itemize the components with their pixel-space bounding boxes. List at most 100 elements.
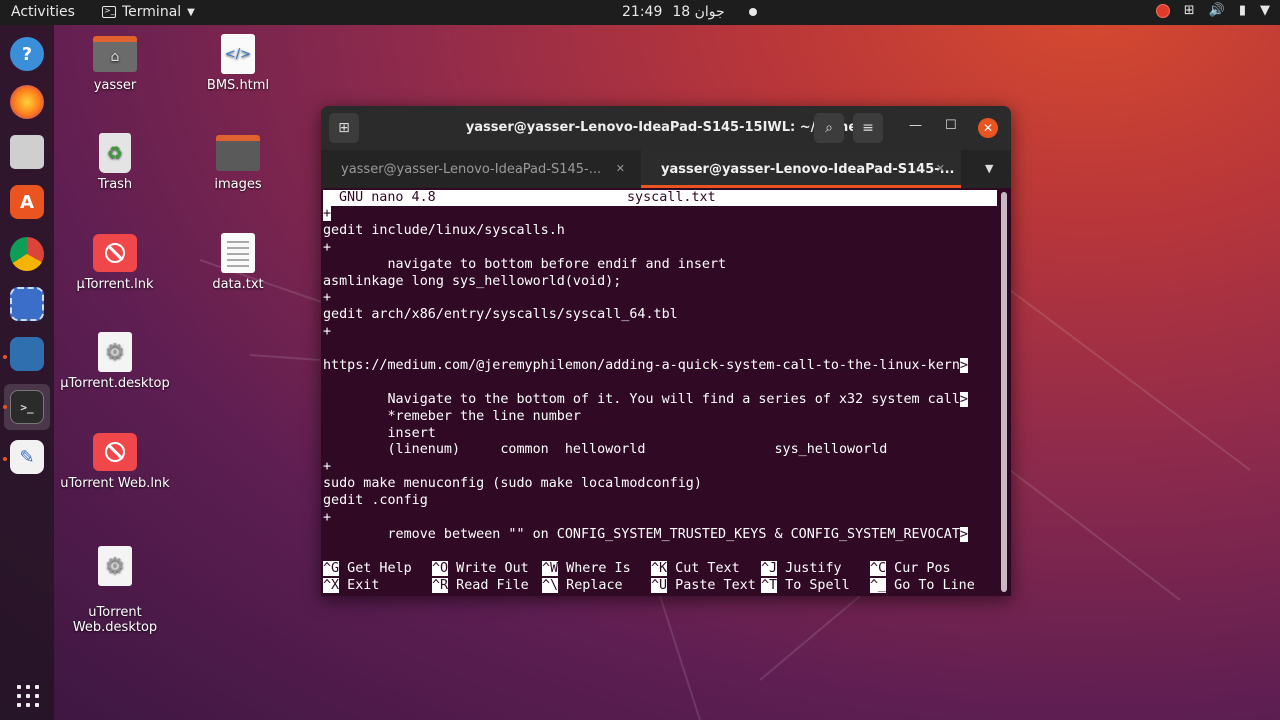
desktop-icon-home[interactable]: ⌂ yasser — [60, 34, 170, 93]
shortcut-key: ^W — [542, 561, 559, 576]
network-icon[interactable]: ⊞ — [1184, 3, 1195, 18]
tab-2[interactable]: yasser@yasser-Lenovo-IdeaPad-S145-... ✕ — [641, 150, 961, 188]
tab-close-icon[interactable]: ✕ — [616, 162, 625, 175]
help-icon[interactable]: ? — [10, 37, 44, 71]
shortcut-item: ^C Cur Pos — [870, 560, 951, 577]
clock-date: 18 جوان — [672, 4, 725, 20]
line-text: gedit include/linux/syscalls.h — [323, 222, 565, 238]
shortcut-key: ^R — [432, 578, 449, 593]
editor-line: gedit include/linux/syscalls.h — [323, 223, 999, 240]
desktop-icon-utorrent-desktop[interactable]: ⚙ µTorrent.desktop — [60, 332, 170, 391]
dock: ? A >_ ✎ — [0, 25, 54, 720]
shortcut-key: ^T — [761, 578, 778, 593]
shortcut-label: To Spell — [777, 578, 850, 593]
system-monitor-icon[interactable] — [10, 337, 44, 371]
desktop-icon-trash[interactable]: ♻ Trash — [60, 133, 170, 192]
broken-link-icon — [93, 433, 137, 471]
shortcut-item: ^U Paste Text — [651, 577, 756, 594]
terminal-icon: >_ — [102, 6, 116, 18]
line-text: sudo make menuconfig (sudo make localmod… — [323, 476, 702, 492]
shortcut-key: ^\ — [542, 578, 559, 593]
desktop-icon-utorrent-lnk[interactable]: µTorrent.lnk — [60, 233, 170, 292]
search-icon[interactable]: ⌕ — [814, 113, 844, 143]
desktop-icon-label: uTorrent Web.desktop — [72, 605, 158, 635]
line-text: gedit arch/x86/entry/syscalls/syscall_64… — [323, 307, 678, 323]
shortcut-label: Replace — [558, 578, 623, 593]
caret-down-icon: ▼ — [187, 6, 195, 18]
shortcut-item: ^\ Replace — [542, 577, 623, 594]
editor-line: remove between "" on CONFIG_SYSTEM_TRUST… — [323, 526, 999, 544]
running-indicator — [3, 405, 7, 409]
notification-dot-icon — [748, 8, 757, 16]
line-text: + — [323, 239, 332, 255]
desktop-icon-label: data.txt — [212, 277, 264, 292]
desktop-icon-label: µTorrent.lnk — [76, 277, 154, 292]
hamburger-menu-icon[interactable]: ≡ — [853, 113, 883, 143]
desktop-icon-label: µTorrent.desktop — [60, 376, 170, 391]
shortcut-label: Cut Text — [667, 561, 740, 576]
tab-label: yasser@yasser-Lenovo-IdeaPad-S145-... — [661, 161, 955, 177]
maximize-icon[interactable]: ☐ — [945, 118, 957, 133]
desktop-icon-label: yasser — [93, 78, 137, 93]
clock-time: 21:49 — [622, 4, 663, 20]
title-bar[interactable]: ⊞ yasser@yasser-Lenovo-IdeaPad-S145-15IW… — [321, 106, 1011, 150]
nano-version: GNU nano 4.8 — [339, 190, 436, 205]
terminal-window[interactable]: ⊞ yasser@yasser-Lenovo-IdeaPad-S145-15IW… — [321, 106, 1011, 596]
shortcut-label: Where Is — [558, 561, 631, 576]
scrollbar[interactable] — [1001, 192, 1007, 592]
shortcut-item: ^T To Spell — [761, 577, 850, 594]
minimize-icon[interactable]: — — [909, 118, 922, 133]
software-store-icon[interactable]: A — [10, 185, 44, 219]
power-menu-caret-icon[interactable]: ▼ — [1260, 3, 1270, 18]
nano-editor[interactable]: GNU nano 4.8 syscall.txt + gedit include/… — [323, 190, 999, 596]
shortcut-item: ^J Justify — [761, 560, 842, 577]
broken-link-icon — [93, 234, 137, 272]
record-icon[interactable] — [1155, 3, 1170, 18]
editor-line: navigate to bottom before endif and inse… — [323, 257, 999, 274]
shortcut-label: Justify — [777, 561, 842, 576]
desktop-icon-label: BMS.html — [206, 78, 270, 93]
shortcut-label: Go To Line — [886, 578, 975, 593]
editor-line: insert — [323, 426, 999, 443]
desktop-icon-images[interactable]: images — [183, 133, 293, 192]
desktop-icon-label: Trash — [97, 177, 133, 192]
battery-icon[interactable]: ▮ — [1239, 3, 1246, 18]
files-icon[interactable] — [10, 135, 44, 169]
chrome-icon[interactable] — [10, 237, 44, 271]
desktop-icon-bms-html[interactable]: </> BMS.html — [183, 34, 293, 93]
editor-line: https://medium.com/@jeremyphilemon/addin… — [323, 358, 999, 375]
activities-button[interactable]: Activities — [11, 4, 75, 20]
shortcut-label: Read File — [448, 578, 529, 593]
shortcut-item: ^_ Go To Line — [870, 577, 975, 594]
close-icon[interactable]: ✕ — [978, 118, 998, 138]
line-text: insert — [323, 425, 436, 441]
desktop-icon-data-txt[interactable]: data.txt — [183, 233, 293, 292]
desktop-icon-label: uTorrent Web.lnk — [60, 476, 170, 491]
screenshot-icon[interactable] — [10, 287, 44, 321]
shortcut-key: ^G — [323, 561, 340, 576]
terminal-dock-icon[interactable]: >_ — [10, 390, 44, 424]
system-tray[interactable]: ⊞ 🔊 ▮ ▼ — [1155, 3, 1270, 18]
tab-close-icon[interactable]: ✕ — [936, 162, 945, 175]
desktop-icon-utorrent-web-desktop[interactable]: ⚙ uTorrent Web.desktop — [60, 531, 170, 650]
shortcut-key: ^_ — [870, 578, 887, 593]
firefox-icon[interactable] — [10, 85, 44, 119]
home-folder-icon: ⌂ — [93, 36, 137, 72]
editor-line: (linenum) common helloworld sys_hellowor… — [323, 442, 999, 459]
clock[interactable]: 21:49 18 جوان — [622, 4, 757, 20]
shortcut-item: ^W Where Is — [542, 560, 631, 577]
nano-header: GNU nano 4.8 syscall.txt — [323, 190, 997, 206]
tab-1[interactable]: yasser@yasser-Lenovo-IdeaPad-S145-... ✕ — [321, 150, 641, 188]
line-text: + — [323, 290, 332, 306]
tab-list-dropdown-icon[interactable]: ▼ — [985, 162, 993, 175]
editor-buffer[interactable]: + gedit include/linux/syscalls.h + navigat… — [323, 206, 999, 561]
text-editor-icon[interactable]: ✎ — [10, 440, 44, 474]
truncation-marker: > — [959, 526, 968, 542]
show-applications-icon[interactable] — [17, 685, 39, 707]
window-title: yasser@yasser-Lenovo-IdeaPad-S145-15IWL:… — [465, 120, 867, 135]
volume-icon[interactable]: 🔊 — [1209, 3, 1225, 18]
desktop-icon-utorrent-web-lnk[interactable]: uTorrent Web.lnk — [60, 432, 170, 491]
shortcut-item: ^R Read File — [432, 577, 529, 594]
app-menu[interactable]: >_ Terminal ▼ — [102, 4, 195, 20]
